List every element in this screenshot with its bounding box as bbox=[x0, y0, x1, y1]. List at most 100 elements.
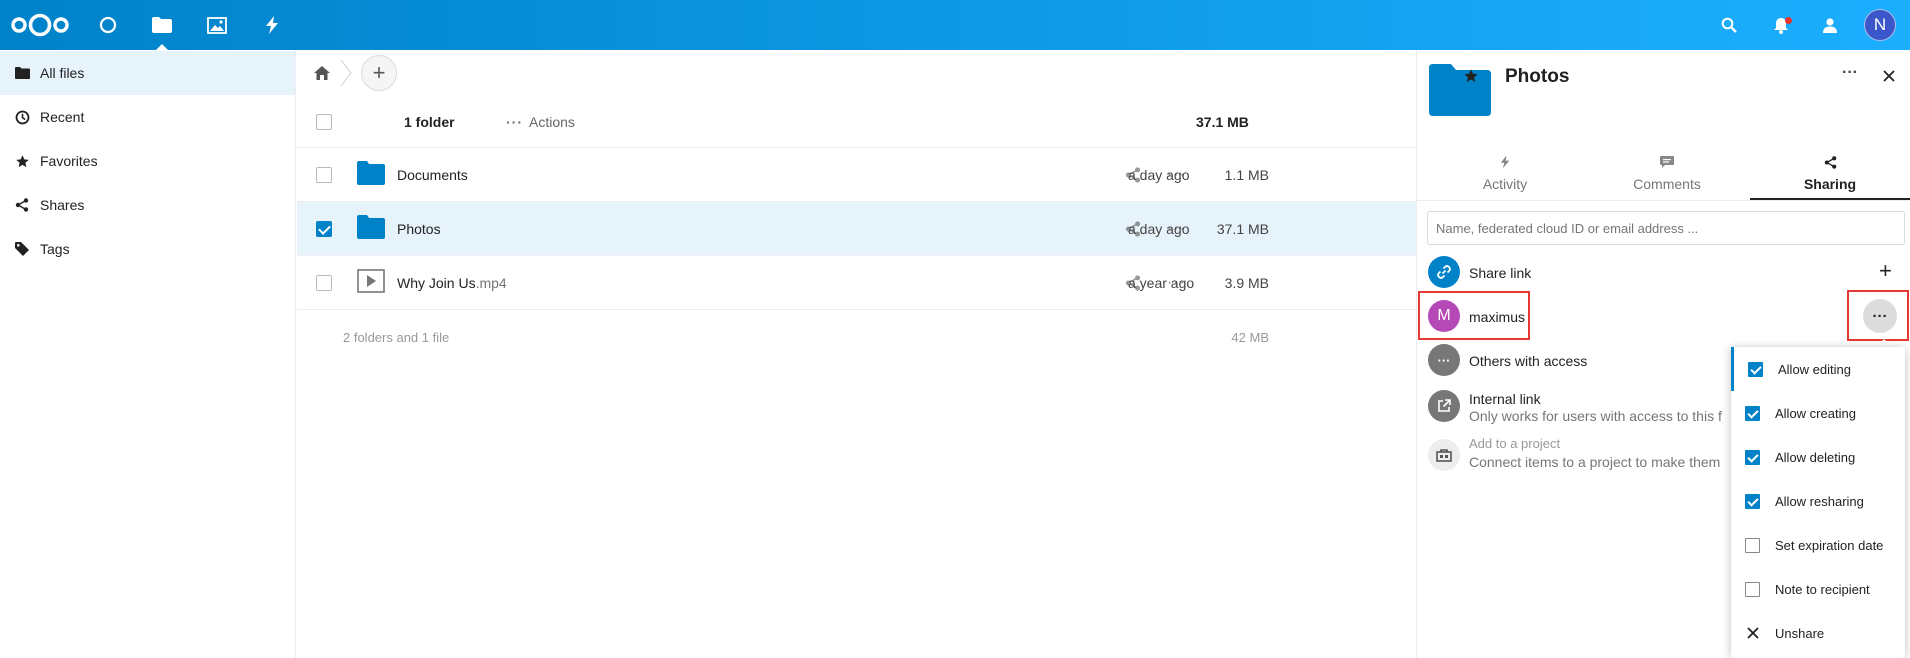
internal-link-subtitle: Only works for users with access to this… bbox=[1469, 408, 1722, 424]
project-title[interactable]: Add to a project bbox=[1469, 436, 1560, 451]
file-list-header: 1 folder ··· Actions 37.1 MB bbox=[297, 96, 1416, 148]
list-summary-size: 42 MB bbox=[1231, 330, 1269, 345]
others-with-access[interactable]: Others with access bbox=[1469, 353, 1587, 369]
activity-icon bbox=[1425, 152, 1585, 172]
tab-sharing[interactable]: Sharing bbox=[1750, 152, 1910, 200]
more-icon: ··· bbox=[1428, 344, 1460, 376]
checkbox[interactable] bbox=[1745, 537, 1760, 553]
menu-item-label: Allow resharing bbox=[1775, 493, 1864, 509]
file-name[interactable]: Why Join Us.mp4 bbox=[397, 275, 507, 291]
share-search-input[interactable] bbox=[1427, 211, 1905, 245]
popover-arrow bbox=[1876, 339, 1892, 347]
search-icon[interactable] bbox=[1714, 0, 1744, 50]
table-row[interactable]: Photos ··· 37.1 MB a day ago bbox=[297, 202, 1416, 256]
dashboard-icon[interactable] bbox=[92, 0, 124, 50]
add-share-link-button[interactable]: + bbox=[1879, 258, 1892, 284]
menu-item-allow-creating[interactable]: Allow creating bbox=[1731, 391, 1905, 435]
file-list-area: + 1 folder ··· Actions 37.1 MB Documents… bbox=[297, 50, 1416, 658]
file-extension: .mp4 bbox=[475, 274, 507, 291]
star-icon bbox=[10, 149, 34, 173]
file-name[interactable]: Photos bbox=[397, 221, 441, 237]
close-icon bbox=[1747, 627, 1759, 639]
menu-item-label: Allow deleting bbox=[1775, 449, 1856, 465]
row-checkbox[interactable] bbox=[316, 275, 332, 291]
share-options-menu: Allow editing Allow creating Allow delet… bbox=[1731, 347, 1905, 658]
folder-icon bbox=[10, 61, 34, 85]
share-icon bbox=[10, 193, 34, 217]
star-icon[interactable] bbox=[1463, 68, 1479, 84]
tab-comments[interactable]: Comments bbox=[1587, 152, 1747, 200]
sidebar-item-favorites[interactable]: Favorites bbox=[0, 139, 295, 183]
table-row[interactable]: Documents ··· 1.1 MB a day ago bbox=[297, 148, 1416, 202]
notifications-icon[interactable] bbox=[1766, 0, 1796, 50]
contacts-icon[interactable] bbox=[1815, 0, 1845, 50]
menu-item-label: Unshare bbox=[1775, 625, 1825, 641]
menu-item-unshare[interactable]: Unshare bbox=[1731, 611, 1905, 655]
menu-item-label: Note to recipient bbox=[1775, 581, 1870, 597]
file-modified: a day ago bbox=[1128, 166, 1190, 183]
menu-item-set-expiration-date[interactable]: Set expiration date bbox=[1731, 523, 1905, 567]
checkbox[interactable] bbox=[1745, 405, 1760, 421]
sidebar-item-label: Favorites bbox=[40, 153, 98, 169]
user-menu[interactable]: N bbox=[1862, 0, 1898, 50]
home-icon[interactable] bbox=[309, 60, 335, 86]
more-icon: ··· bbox=[506, 113, 523, 130]
menu-item-label: Allow creating bbox=[1775, 405, 1856, 421]
internal-link-title[interactable]: Internal link bbox=[1469, 391, 1541, 407]
file-modified: a year ago bbox=[1128, 274, 1195, 291]
highlight-box bbox=[1418, 291, 1530, 340]
select-all-checkbox[interactable] bbox=[316, 114, 332, 130]
more-icon[interactable]: ··· bbox=[1842, 64, 1858, 82]
activity-icon[interactable] bbox=[256, 0, 288, 50]
tab-label: Comments bbox=[1633, 176, 1701, 192]
row-checkbox[interactable] bbox=[316, 167, 332, 183]
sidebar-item-label: Tags bbox=[40, 241, 70, 257]
list-summary: 2 folders and 1 file bbox=[343, 330, 450, 345]
checkbox[interactable] bbox=[1745, 493, 1760, 509]
file-name-text: Documents bbox=[397, 166, 468, 183]
menu-item-allow-editing[interactable]: Allow editing bbox=[1731, 347, 1905, 391]
breadcrumb-separator bbox=[340, 59, 352, 87]
menu-item-note-to-recipient[interactable]: Note to recipient bbox=[1731, 567, 1905, 611]
avatar[interactable]: N bbox=[1864, 9, 1896, 41]
photos-icon[interactable] bbox=[200, 0, 234, 50]
menu-item-label: Allow editing bbox=[1778, 361, 1851, 377]
project-icon bbox=[1428, 439, 1460, 471]
checkbox[interactable] bbox=[1745, 449, 1760, 465]
checkbox[interactable] bbox=[1745, 581, 1760, 597]
new-button[interactable]: + bbox=[361, 55, 397, 91]
file-name[interactable]: Documents bbox=[397, 167, 468, 183]
sidebar-item-shares[interactable]: Shares bbox=[0, 183, 295, 227]
menu-item-allow-deleting[interactable]: Allow deleting bbox=[1731, 435, 1905, 479]
tag-icon bbox=[10, 237, 34, 261]
file-size: 37.1 MB bbox=[1216, 220, 1269, 237]
tab-activity[interactable]: Activity bbox=[1425, 152, 1585, 200]
share-link-label[interactable]: Share link bbox=[1469, 265, 1531, 281]
logo-icon[interactable] bbox=[8, 0, 72, 50]
sidebar-item-label: Recent bbox=[40, 109, 85, 125]
breadcrumb: + bbox=[297, 50, 1416, 96]
menu-item-allow-resharing[interactable]: Allow resharing bbox=[1731, 479, 1905, 523]
sidebar-item-all-files[interactable]: All files bbox=[0, 51, 295, 95]
folder-icon bbox=[1429, 64, 1491, 116]
file-modified: a day ago bbox=[1128, 220, 1190, 237]
checkbox[interactable] bbox=[1748, 361, 1763, 377]
sidebar-item-recent[interactable]: Recent bbox=[0, 95, 295, 139]
files-icon[interactable] bbox=[146, 0, 178, 50]
tab-label: Sharing bbox=[1803, 176, 1857, 192]
file-size: 3.9 MB bbox=[1224, 274, 1269, 291]
project-subtitle: Connect items to a project to make them … bbox=[1469, 454, 1722, 470]
selection-count: 1 folder bbox=[404, 113, 455, 130]
folder-icon bbox=[357, 215, 385, 239]
close-icon[interactable] bbox=[1883, 70, 1895, 82]
table-row[interactable]: Why Join Us.mp4 ··· 3.9 MB a year ago bbox=[297, 256, 1416, 310]
sidebar-item-label: Shares bbox=[40, 197, 85, 213]
sidebar-item-tags[interactable]: Tags bbox=[0, 227, 295, 271]
share-icon bbox=[1750, 152, 1910, 172]
row-checkbox[interactable] bbox=[316, 221, 332, 237]
folder-icon bbox=[357, 161, 385, 185]
actions-menu[interactable]: ··· Actions bbox=[506, 114, 575, 130]
top-header: N bbox=[0, 0, 1910, 50]
notification-dot bbox=[1785, 17, 1792, 24]
file-name-text: Why Join Us bbox=[397, 274, 476, 291]
